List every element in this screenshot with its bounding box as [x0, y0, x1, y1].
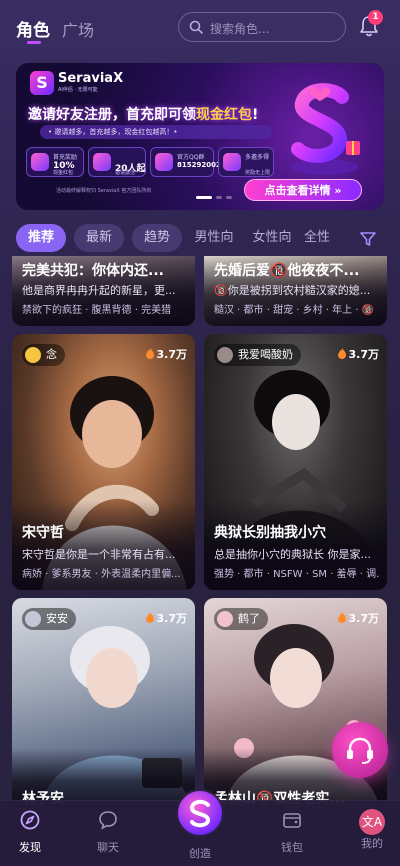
coin-icon	[31, 153, 49, 171]
author-avatar	[25, 611, 41, 627]
qq-icon	[155, 153, 173, 171]
flame-icon	[337, 348, 346, 359]
brand-name: SeraviaX	[58, 71, 124, 86]
author-avatar	[217, 611, 233, 627]
card-title: 完美共犯：你体内还...	[22, 263, 164, 279]
popularity-count: 3.7万	[337, 610, 379, 626]
author-avatar	[217, 347, 233, 363]
translate-icon: 文A	[359, 809, 385, 835]
card-title: 宋守哲	[22, 525, 64, 541]
perk-qq-group: 官方QQ群 815292002	[150, 147, 221, 177]
app-root: 角色 广场 搜索角色... 1 S SeraviaX AI伴侣 · 无限可能 邀…	[0, 0, 400, 866]
card-tags: 糙汉 · 都市 · 甜宠 · 乡村 · 年上 · 🔞	[214, 305, 375, 316]
headset-icon	[347, 737, 373, 764]
tab-characters[interactable]: 角色	[16, 16, 50, 41]
funnel-filter-icon[interactable]	[359, 230, 377, 248]
card-description: 宋守哲是你是一个非常有占有...	[22, 548, 176, 561]
active-tab-indicator	[27, 41, 41, 44]
notification-badge: 1	[368, 10, 383, 25]
nav-wallet[interactable]: 钱包	[262, 809, 322, 855]
create-button[interactable]	[176, 789, 224, 837]
popularity-count: 3.7万	[145, 610, 187, 626]
category-filters: 推荐 最新 趋势 男性向 女性向 全性向	[0, 224, 400, 252]
search-icon	[189, 20, 203, 34]
character-card[interactable]: 先婚后爱🔞他夜夜不... 🔞你是被拐到农村糙汉家的媳... 糙汉 · 都市 · …	[204, 256, 387, 326]
tab-plaza[interactable]: 广场	[62, 17, 94, 41]
perk-invite: 20人起 邀请激活	[88, 147, 146, 177]
compass-icon	[20, 810, 40, 830]
filter-female[interactable]: 女性向	[246, 224, 298, 252]
gift-icon	[223, 153, 241, 171]
card-tags: 强势 · 都市 · NSFW · SM · 羞辱 · 调...	[214, 569, 380, 580]
promo-banner[interactable]: S SeraviaX AI伴侣 · 无限可能 邀请好友注册，首充即可领现金红包!…	[16, 63, 384, 210]
card-title: 先婚后爱🔞他夜夜不...	[214, 263, 360, 279]
card-description: 总是抽你小穴的典狱长 你是家...	[214, 548, 371, 561]
character-card[interactable]: 安安 3.7万 林予安	[12, 598, 195, 808]
nav-chat[interactable]: 聊天	[78, 809, 138, 855]
filter-latest[interactable]: 最新	[74, 224, 124, 252]
card-description: 🔞你是被拐到农村糙汉家的媳...	[214, 284, 371, 297]
brand-s-emblem-icon	[290, 83, 360, 175]
character-card[interactable]: 我爱喝酸奶 3.7万 典狱长别抽我小穴 总是抽你小穴的典狱长 你是家... 强势…	[204, 334, 387, 590]
nav-mine[interactable]: 文A 我的	[342, 809, 400, 851]
brand-logo: S	[30, 71, 54, 95]
card-description: 他是商界冉冉升起的新星，更...	[22, 284, 176, 297]
support-button[interactable]	[332, 722, 388, 778]
author-chip[interactable]: 我爱喝酸奶	[214, 344, 301, 366]
filter-recommended[interactable]: 推荐	[16, 224, 66, 252]
nav-discover[interactable]: 发现	[0, 809, 60, 855]
filter-all[interactable]: 全性向	[304, 224, 340, 252]
filter-trending[interactable]: 趋势	[132, 224, 182, 252]
bottom-navigation: 发现 聊天 创造 钱包 文A 我的	[0, 789, 400, 866]
author-chip[interactable]: 安安	[22, 608, 76, 630]
notification-button[interactable]: 1	[358, 10, 383, 40]
brand-tagline: AI伴侣 · 无限可能	[58, 87, 98, 93]
search-input[interactable]: 搜索角色...	[178, 12, 346, 42]
card-tags: 病娇 · 爹系男友 · 外表温柔内里偏...	[22, 569, 181, 580]
filter-male[interactable]: 男性向	[188, 224, 240, 252]
flame-icon	[145, 348, 154, 359]
banner-disclaimer: 活动最终解释权归 SeraviaX 官方团队所有	[56, 188, 152, 194]
top-header: 角色 广场 搜索角色... 1	[0, 0, 400, 56]
popularity-count: 3.7万	[337, 346, 379, 362]
chat-bubble-icon	[99, 811, 117, 830]
users-icon	[93, 153, 111, 171]
character-card[interactable]: 完美共犯：你体内还... 他是商界冉冉升起的新星，更... 禁欲下的疯狂 · 腹…	[12, 256, 195, 326]
brand-s-icon	[189, 799, 211, 828]
create-label: 创造	[189, 847, 211, 860]
author-chip[interactable]: 鹤了	[214, 608, 268, 630]
banner-subtitle: • 邀请越多，首充越多，现金红包越高！•	[40, 125, 272, 139]
author-avatar	[25, 347, 41, 363]
popularity-count: 3.7万	[145, 346, 187, 362]
banner-title: 邀请好友注册，首充即可领现金红包!	[28, 107, 259, 123]
perk-first-charge: 首充奖励 10% 现金红包	[26, 147, 84, 177]
search-placeholder: 搜索角色...	[210, 22, 270, 36]
card-title: 典狱长别抽我小穴	[214, 525, 326, 541]
perk-unlimited: 多邀多得 奖励无上限	[218, 147, 274, 177]
card-tags: 禁欲下的疯狂 · 腹黑背德 · 完美猎	[22, 305, 172, 316]
flame-icon	[337, 612, 346, 623]
wallet-icon	[283, 813, 301, 828]
character-card[interactable]: 念 3.7万 宋守哲 宋守哲是你是一个非常有占有... 病娇 · 爹系男友 · …	[12, 334, 195, 590]
flame-icon	[145, 612, 154, 623]
author-chip[interactable]: 念	[22, 344, 65, 366]
banner-cta-button[interactable]: 点击查看详情 »	[244, 179, 362, 201]
